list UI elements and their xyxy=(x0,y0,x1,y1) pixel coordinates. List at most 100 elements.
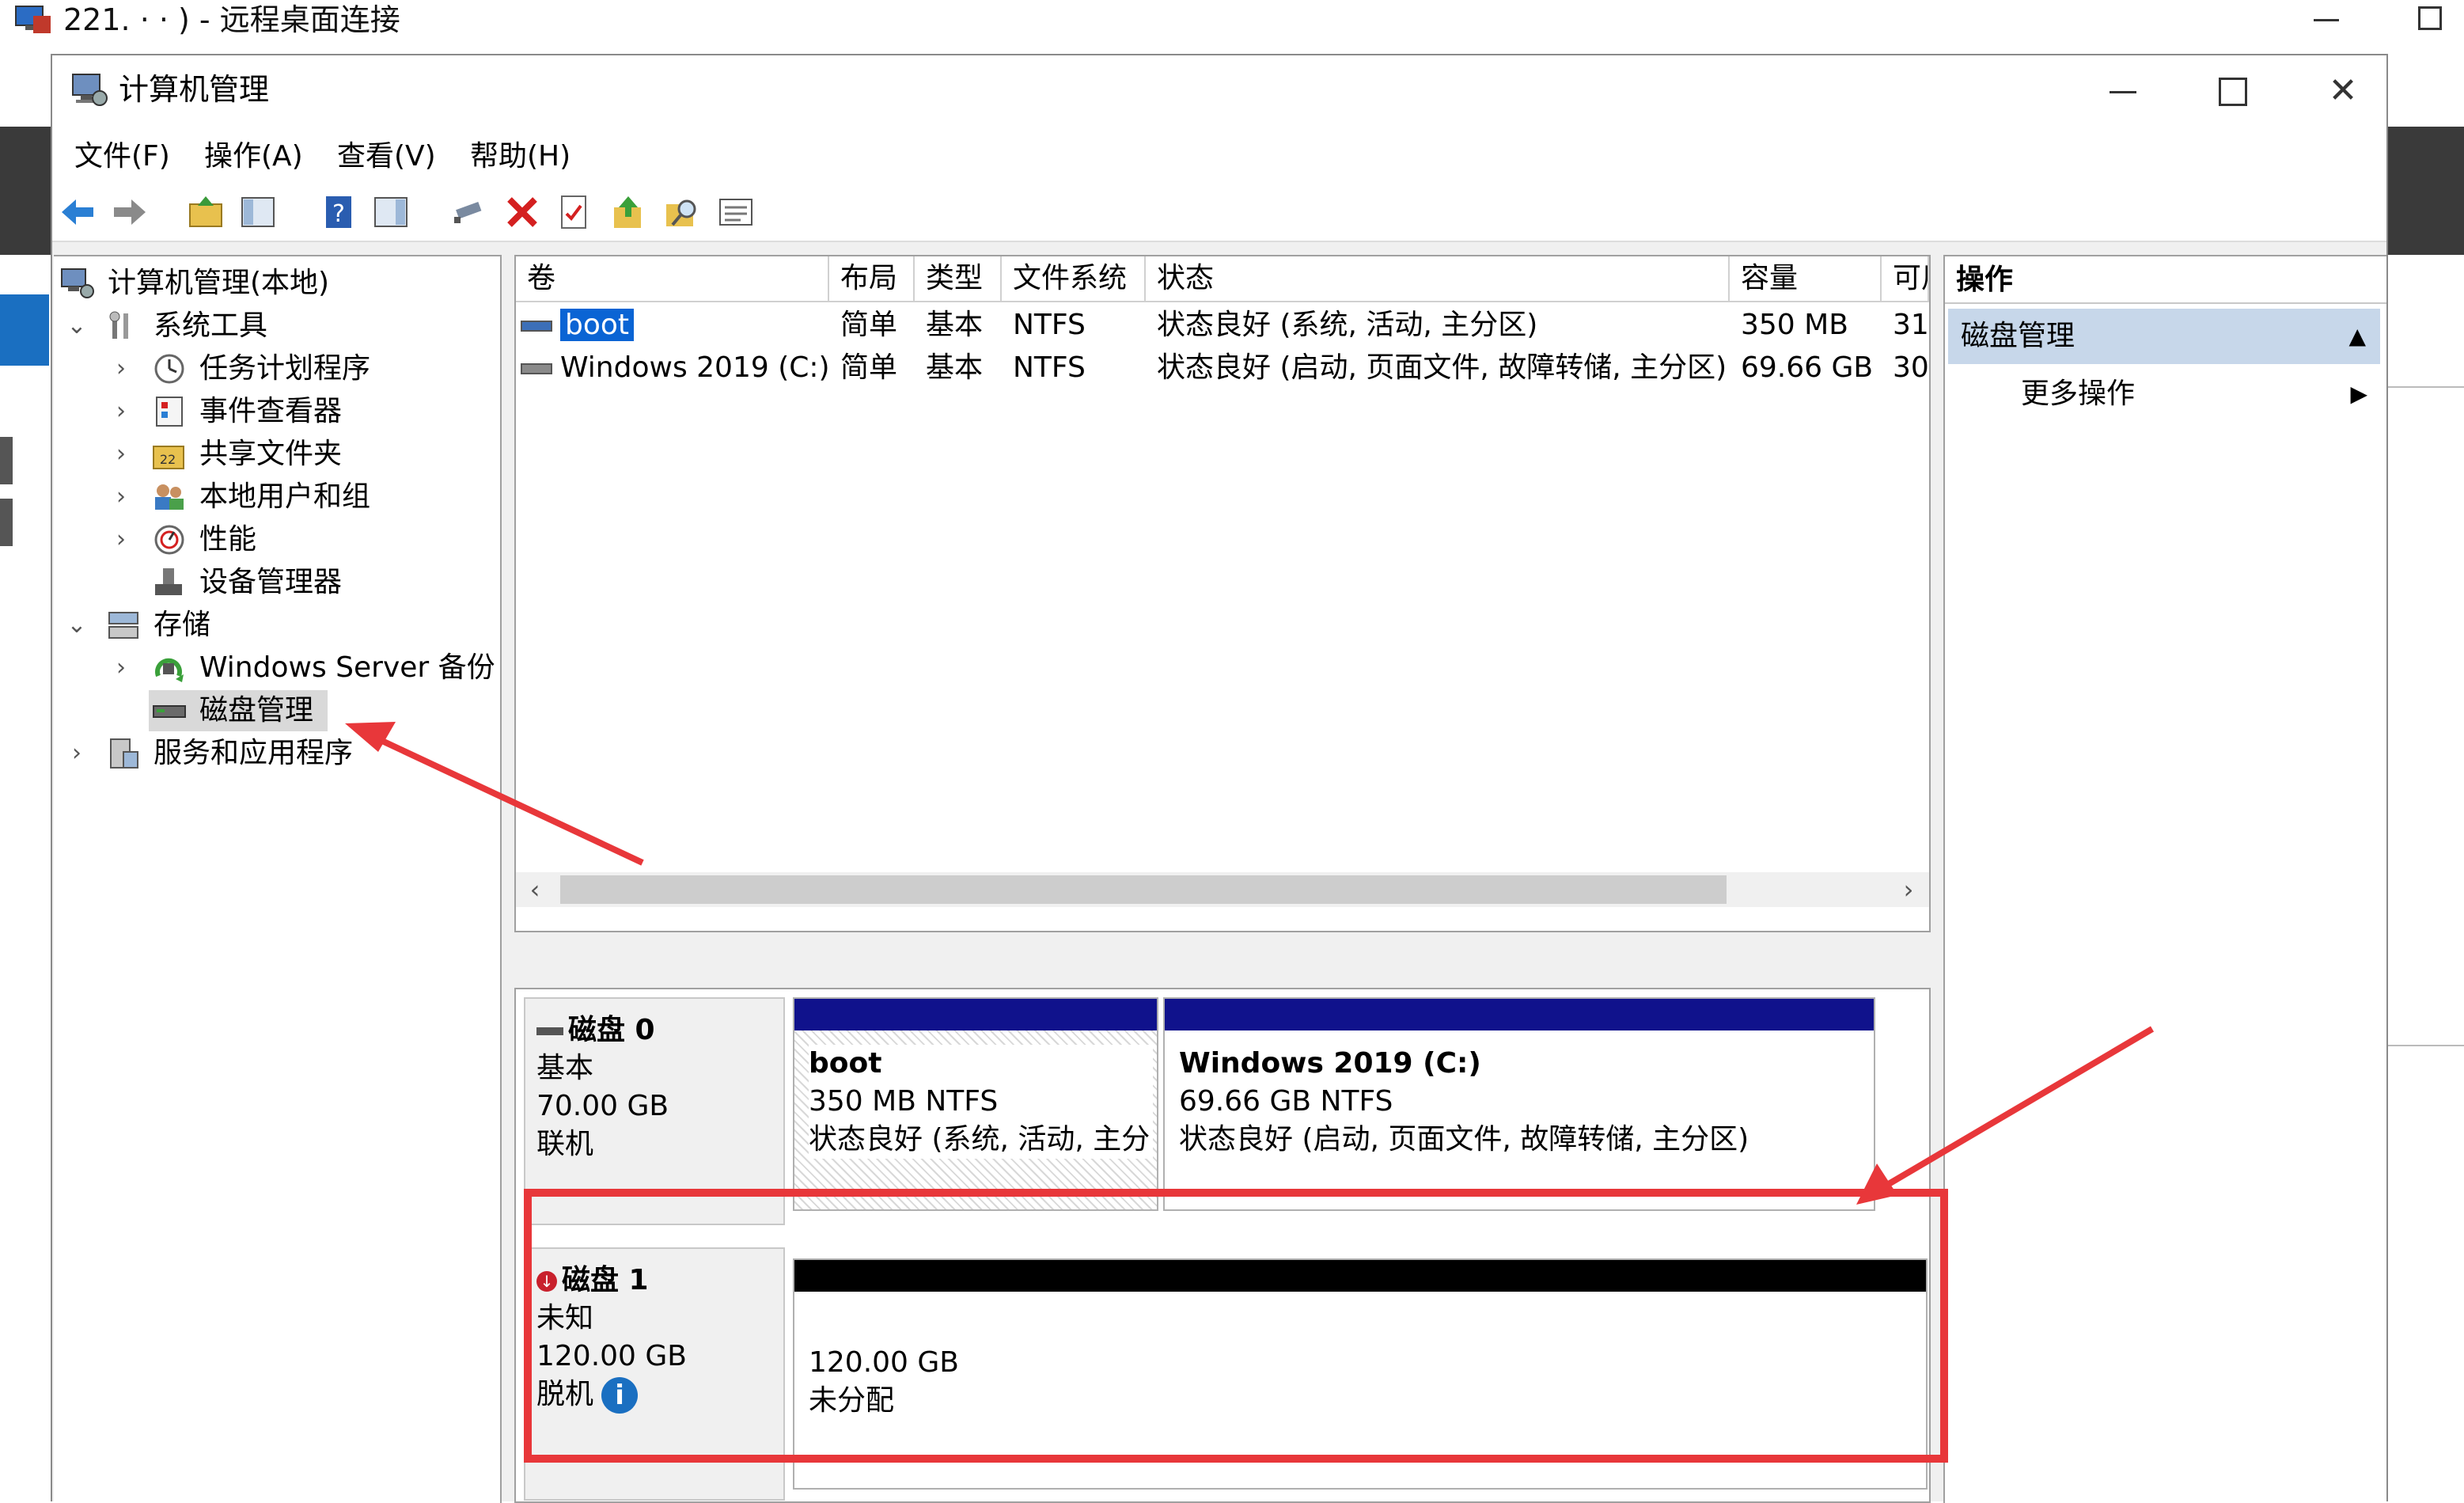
tree-label: 设备管理器 xyxy=(199,566,343,598)
close-button[interactable]: ✕ xyxy=(2323,71,2363,111)
capacity-cell: 350 MB xyxy=(1741,309,1848,341)
menu-help[interactable]: 帮助(H) xyxy=(470,138,571,176)
capacity-cell: 69.66 GB xyxy=(1741,351,1874,384)
partition-windows[interactable]: Windows 2019 (C:) 69.66 GB NTFS 状态良好 (启动… xyxy=(1163,997,1875,1211)
chevron-right-icon[interactable]: › xyxy=(65,733,89,774)
menu-file[interactable]: 文件(F) xyxy=(74,138,170,176)
show-hide-tree-icon[interactable] xyxy=(239,193,277,231)
desktop-divider xyxy=(2385,1045,2464,1046)
tree-item-windows-backup[interactable]: › Windows Server 备份 xyxy=(54,647,497,689)
scrollbar-thumb[interactable] xyxy=(560,875,1727,904)
tree-label: 服务和应用程序 xyxy=(154,737,354,769)
tree-item-system-tools[interactable]: ⌄ 系统工具 xyxy=(54,306,497,347)
disk-state: 联机 xyxy=(536,1128,594,1160)
partition-boot[interactable]: boot 350 MB NTFS 状态良好 (系统, 活动, 主分 xyxy=(793,997,1158,1211)
minimize-button[interactable] xyxy=(2105,71,2144,111)
tree-label: 任务计划程序 xyxy=(199,352,371,385)
chevron-down-icon[interactable]: ⌄ xyxy=(65,306,89,347)
desktop-divider xyxy=(2385,386,2464,388)
table-row[interactable]: Windows 2019 (C:) 简单 基本 NTFS 状态良好 (启动, 页… xyxy=(516,347,1931,389)
volume-name: boot xyxy=(560,309,635,341)
tree-item-performance[interactable]: › 性能 xyxy=(54,519,497,560)
chevron-right-icon[interactable]: › xyxy=(109,434,133,475)
collapse-caret-icon[interactable]: ▲ xyxy=(2348,309,2366,364)
tree-item-device-manager[interactable]: 设备管理器 xyxy=(54,562,497,603)
tree-label: 磁盘管理 xyxy=(199,694,314,727)
scroll-right-icon[interactable]: › xyxy=(1893,872,1924,907)
tree-item-task-scheduler[interactable]: › 任务计划程序 xyxy=(54,348,497,389)
column-header-capacity[interactable]: 容量 xyxy=(1730,256,1882,301)
chevron-right-icon[interactable]: › xyxy=(109,348,133,389)
column-header-layout[interactable]: 布局 xyxy=(829,256,915,301)
tree-label: 本地用户和组 xyxy=(199,480,371,513)
computer-management-icon xyxy=(61,268,94,298)
tree-item-root[interactable]: 计算机管理(本地) xyxy=(54,263,497,304)
table-row[interactable]: boot 简单 基本 NTFS 状态良好 (系统, 活动, 主分区) 350 M… xyxy=(516,304,1931,347)
partition-size: 350 MB NTFS xyxy=(809,1085,999,1118)
delete-icon[interactable] xyxy=(503,193,541,231)
export-icon[interactable] xyxy=(609,193,647,231)
column-header-type[interactable]: 类型 xyxy=(915,256,1002,301)
tree-label: 性能 xyxy=(199,523,257,556)
remote-minimize-button[interactable] xyxy=(2310,2,2342,36)
tree-item-local-users[interactable]: › 本地用户和组 xyxy=(54,476,497,518)
tree-label: 计算机管理(本地) xyxy=(108,267,330,299)
list-view-icon[interactable] xyxy=(717,193,755,231)
disk-title: 磁盘 0 xyxy=(536,1011,783,1049)
volume-list: 卷 布局 类型 文件系统 状态 容量 可用 boot 简单 基本 NTFS 状态… xyxy=(514,255,1931,932)
partition-name: boot xyxy=(809,1047,882,1080)
actions-section-disk-management[interactable]: 磁盘管理 ▲ xyxy=(1948,309,2380,364)
services-icon xyxy=(110,738,138,769)
show-hide-action-pane-icon[interactable] xyxy=(372,193,410,231)
forward-arrow-icon[interactable] xyxy=(111,193,149,231)
toolbar: ? xyxy=(52,182,2386,242)
tree-item-shared-folders[interactable]: › 22 共享文件夹 xyxy=(54,434,497,475)
tree-label: 存储 xyxy=(154,609,211,641)
partition-text: boot 350 MB NTFS 状态良好 (系统, 活动, 主分 xyxy=(809,1045,1154,1159)
chevron-right-icon[interactable]: › xyxy=(109,476,133,518)
volume-list-header: 卷 布局 类型 文件系统 状态 容量 可用 xyxy=(516,256,1929,302)
chevron-right-icon[interactable]: › xyxy=(109,519,133,560)
maximize-button[interactable] xyxy=(2212,71,2252,111)
menu-bar: 文件(F) 操作(A) 查看(V) 帮助(H) xyxy=(52,131,2386,182)
volume-cell: Windows 2019 (C:) xyxy=(521,347,828,389)
tree-item-services-apps[interactable]: › 服务和应用程序 xyxy=(54,733,497,774)
remote-desktop-icon xyxy=(15,6,51,33)
column-header-filesystem[interactable]: 文件系统 xyxy=(1002,256,1146,301)
up-folder-icon[interactable] xyxy=(187,193,225,231)
chevron-down-icon[interactable]: ⌄ xyxy=(65,605,89,646)
column-header-status[interactable]: 状态 xyxy=(1146,256,1730,301)
find-icon[interactable] xyxy=(663,193,701,231)
menu-action[interactable]: 操作(A) xyxy=(204,138,303,176)
desktop-background-bar xyxy=(0,437,13,484)
annotation-highlight-box xyxy=(524,1189,1948,1463)
type-cell: 基本 xyxy=(926,309,984,341)
desktop-background-bar xyxy=(0,499,13,546)
remote-desktop-title: 221. · · ) - 远程桌面连接 xyxy=(63,2,400,37)
column-header-volume[interactable]: 卷 xyxy=(516,256,829,301)
chevron-right-icon[interactable]: › xyxy=(109,647,133,689)
disk-name: 磁盘 0 xyxy=(568,1014,655,1046)
desktop-background-panel xyxy=(2385,127,2464,255)
horizontal-scrollbar[interactable]: ‹ › xyxy=(516,872,1929,907)
properties-icon[interactable] xyxy=(555,193,593,231)
partition-name: Windows 2019 (C:) xyxy=(1179,1047,1481,1080)
desktop-background-accent xyxy=(0,294,49,366)
remote-desktop-titlebar: 221. · · ) - 远程桌面连接 xyxy=(0,0,2464,41)
chevron-right-icon[interactable]: › xyxy=(109,391,133,432)
tree-item-storage[interactable]: ⌄ 存储 xyxy=(54,605,497,646)
help-icon[interactable]: ? xyxy=(320,193,358,231)
remote-maximize-button[interactable] xyxy=(2418,6,2442,30)
tree-item-disk-management[interactable]: 磁盘管理 xyxy=(149,690,328,731)
menu-view[interactable]: 查看(V) xyxy=(337,138,436,176)
svg-text:22: 22 xyxy=(160,452,176,467)
column-header-free[interactable]: 可用 xyxy=(1882,256,1929,301)
connect-icon[interactable] xyxy=(449,193,487,231)
more-actions-item[interactable]: 更多操作 ▶ xyxy=(2021,370,2377,418)
window-titlebar: 计算机管理 ✕ xyxy=(52,55,2386,131)
scroll-left-icon[interactable]: ‹ xyxy=(519,872,551,907)
tree-item-event-viewer[interactable]: › 事件查看器 xyxy=(54,391,497,432)
back-arrow-icon[interactable] xyxy=(59,193,97,231)
shared-folder-icon: 22 xyxy=(153,446,184,469)
storage-icon xyxy=(108,612,138,639)
